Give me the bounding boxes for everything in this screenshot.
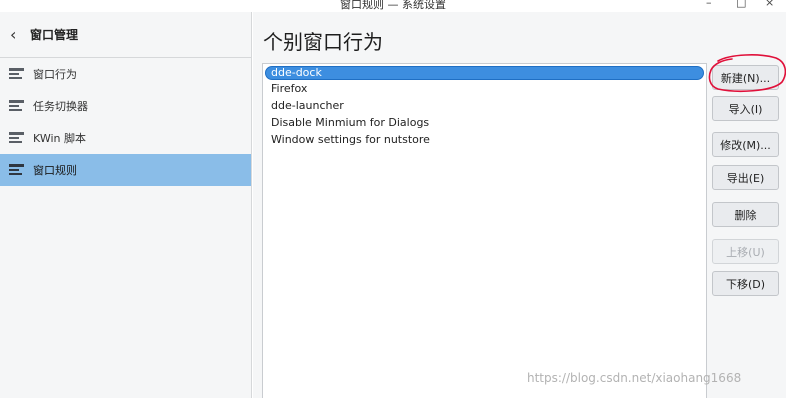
minimize-icon[interactable]: – (706, 0, 712, 9)
sidebar-item-label: KWin 脚本 (33, 132, 86, 145)
list-item[interactable]: Disable Minmium for Dialogs (263, 114, 706, 131)
sidebar-item-task-switcher[interactable]: 任务切换器 (0, 90, 251, 122)
close-icon[interactable]: × (765, 0, 774, 9)
list-item[interactable]: dde-dock (265, 66, 704, 80)
sidebar-item-window-behavior[interactable]: 窗口行为 (0, 58, 251, 90)
import-button[interactable]: 导入(I) (712, 96, 779, 121)
sidebar-item-label: 窗口规则 (33, 164, 77, 177)
main-panel: 个别窗口行为 dde-dock Firefox dde-launcher Dis… (253, 12, 786, 398)
delete-button[interactable]: 删除 (712, 202, 779, 227)
new-button[interactable]: 新建(N)... (712, 65, 779, 90)
rules-list[interactable]: dde-dock Firefox dde-launcher Disable Mi… (262, 63, 707, 398)
back-button[interactable]: ‹ 窗口管理 (0, 12, 251, 58)
sidebar-item-label: 任务切换器 (33, 100, 88, 113)
export-button[interactable]: 导出(E) (712, 165, 779, 190)
sidebar: ‹ 窗口管理 窗口行为 任务切换器 KWin 脚本 窗口规则 (0, 12, 252, 398)
sidebar-item-kwin-scripts[interactable]: KWin 脚本 (0, 122, 251, 154)
list-item[interactable]: dde-launcher (263, 97, 706, 114)
list-icon (9, 164, 24, 176)
sidebar-back-label: 窗口管理 (30, 28, 79, 42)
title-bar: 窗口规则 — 系统设置 – □ × (0, 0, 786, 12)
move-up-button[interactable]: 上移(U) (712, 239, 779, 264)
list-icon (9, 100, 24, 112)
sidebar-item-window-rules[interactable]: 窗口规则 (0, 154, 251, 186)
list-item[interactable]: Firefox (263, 80, 706, 97)
sidebar-item-label: 窗口行为 (33, 68, 77, 81)
modify-button[interactable]: 修改(M)... (712, 132, 779, 157)
page-title: 个别窗口行为 (263, 30, 383, 54)
maximize-icon[interactable]: □ (736, 0, 746, 9)
list-item[interactable]: Window settings for nutstore (263, 131, 706, 148)
window-title: 窗口规则 — 系统设置 (340, 0, 446, 11)
move-down-button[interactable]: 下移(D) (712, 271, 779, 296)
list-icon (9, 68, 24, 80)
chevron-left-icon: ‹ (10, 24, 17, 44)
watermark: https://blog.csdn.net/xiaohang1668 (527, 371, 742, 385)
list-icon (9, 132, 24, 144)
